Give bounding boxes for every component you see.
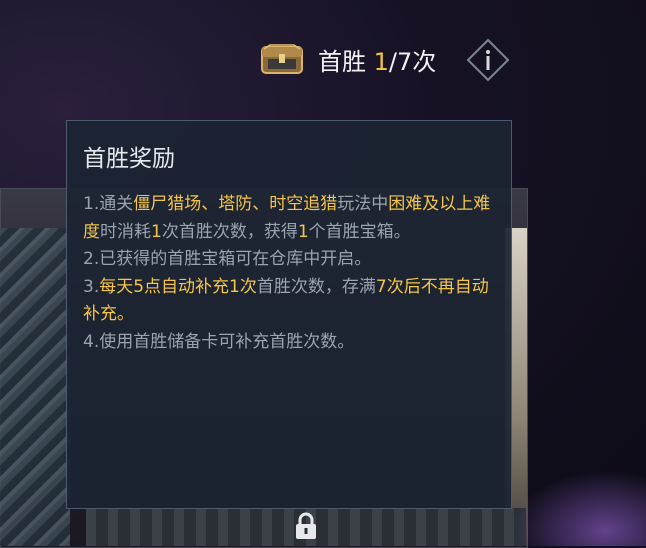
tooltip-title: 首胜奖励 [83, 146, 175, 172]
rule-text-segment: 4.使用首胜储备卡可补充首胜次数。 [83, 331, 355, 352]
tooltip-rule-3: 3.每天5点自动补充1次首胜次数，存满7次后不再自动补充。 [83, 274, 499, 329]
first-win-total: /7次 [388, 47, 437, 76]
first-win-count-text: 首胜 1/7次 [318, 42, 436, 77]
tooltip-rule-1: 1.通关僵尸猎场、塔防、时空追猎玩法中困难及以上难度时消耗1次首胜次数，获得1个… [83, 191, 499, 246]
rule-text-segment: 个首胜宝箱。 [308, 221, 411, 242]
background-art-mech [0, 228, 70, 546]
chest-icon [261, 44, 303, 74]
rule-text-segment: 首胜次数，存满 [256, 276, 376, 297]
rule-text-segment: 每天5点自动补充1次 [99, 276, 257, 297]
rule-text-segment: 时消耗 [100, 221, 151, 242]
tooltip-rule-4: 4.使用首胜储备卡可补充首胜次数。 [83, 329, 499, 357]
tooltip-rules: 1.通关僵尸猎场、塔防、时空追猎玩法中困难及以上难度时消耗1次首胜次数，获得1个… [83, 191, 499, 356]
first-win-label: 首胜 [318, 47, 366, 76]
rule-text-segment: 次首胜次数，获得 [161, 221, 298, 242]
rule-text-segment: 僵尸猎场、塔防、时空追猎 [133, 194, 338, 214]
info-icon[interactable] [466, 38, 510, 82]
first-win-reward-tooltip: 首胜奖励 1.通关僵尸猎场、塔防、时空追猎玩法中困难及以上难度时消耗1次首胜次数… [66, 120, 512, 509]
first-win-current: 1 [373, 47, 389, 76]
rule-text-segment: 2.已获得的首胜宝箱可在仓库中开启。 [83, 249, 372, 269]
background-glow [510, 470, 646, 546]
rule-text-segment: 3. [83, 276, 100, 297]
rule-text-segment: 1.通关 [83, 194, 134, 214]
rule-text-segment: 1 [151, 221, 162, 242]
rule-text-segment: 1 [297, 221, 309, 242]
tooltip-rule-2: 2.已获得的首胜宝箱可在仓库中开启。 [83, 246, 499, 274]
lock-icon [296, 512, 316, 539]
rule-text-segment: 玩法中 [337, 194, 389, 214]
